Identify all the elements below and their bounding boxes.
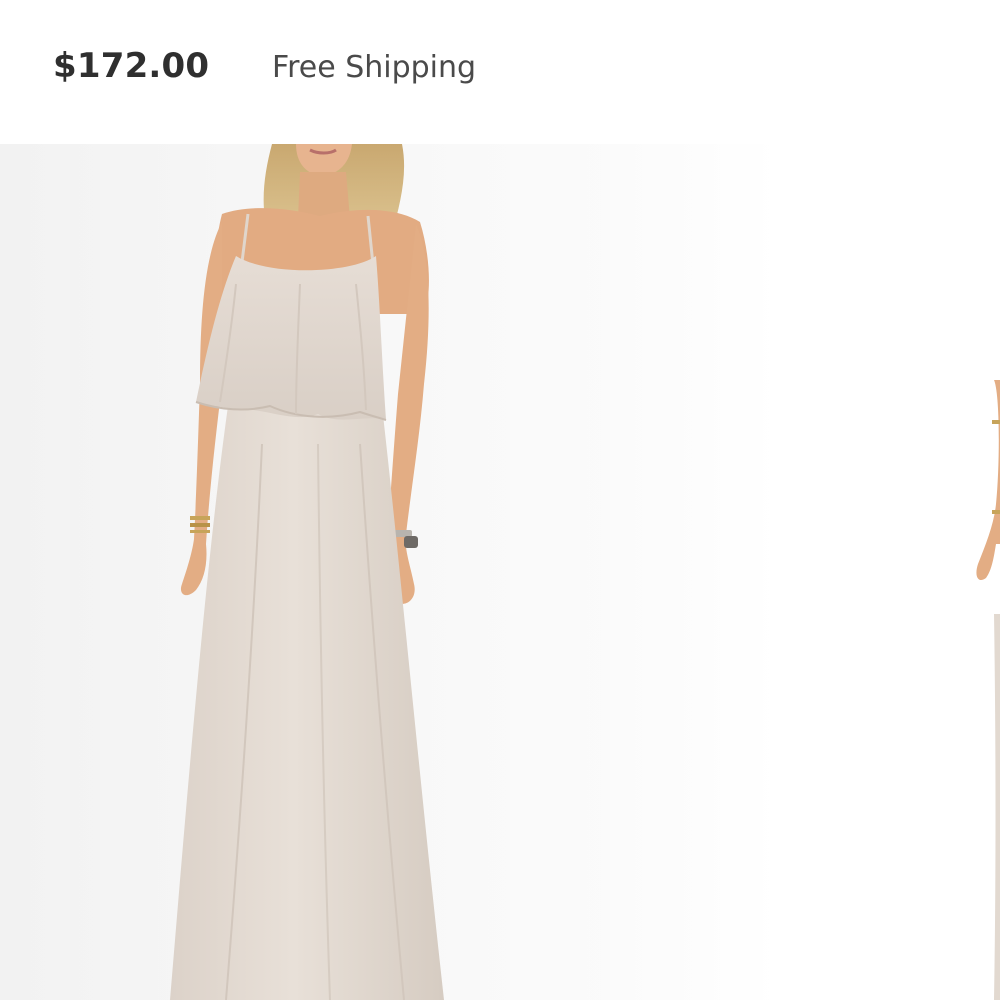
shipping-label: Free Shipping xyxy=(272,50,477,85)
product-image-main[interactable] xyxy=(0,144,780,1000)
next-photo-peek xyxy=(976,380,1000,1000)
product-image-next[interactable] xyxy=(780,144,1000,1000)
dress-photo xyxy=(170,144,444,1000)
price-row: $172.00 Free Shipping xyxy=(0,0,1000,140)
product-screen: $172.00 Free Shipping xyxy=(0,0,1000,1000)
product-image-carousel[interactable] xyxy=(0,144,1000,1000)
product-price: $172.00 xyxy=(53,46,210,86)
